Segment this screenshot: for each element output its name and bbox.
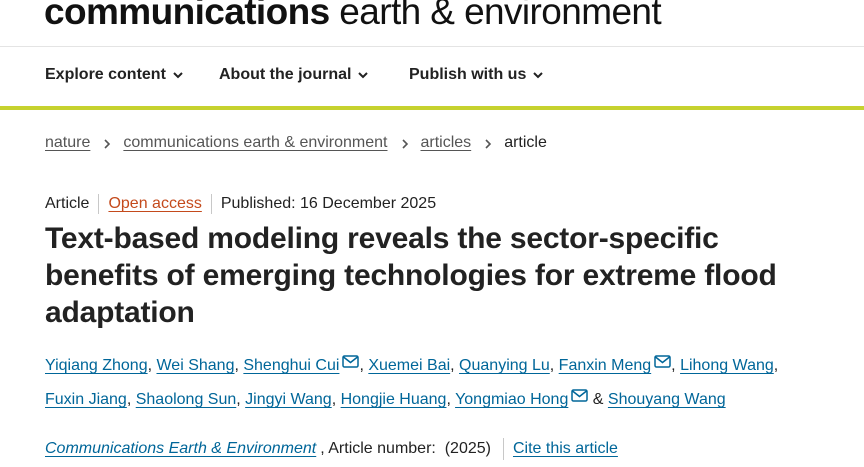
- accent-bar: [0, 106, 864, 110]
- author-list-line-2: Fuxin Jiang, Shaolong Sun, Jingyi Wang, …: [45, 389, 726, 408]
- nav-explore-content[interactable]: Explore content: [45, 66, 184, 84]
- published-date: Published: 16 December 2025: [220, 195, 437, 212]
- citation-line: Communications Earth & Environment , Art…: [45, 438, 618, 460]
- article-type: Article: [45, 195, 90, 212]
- main-nav: Explore content About the journal Publis…: [0, 47, 864, 106]
- citation-divider: [502, 438, 504, 460]
- chevron-down-icon: [532, 69, 544, 81]
- breadcrumb-journal[interactable]: communications earth & environment: [123, 134, 387, 152]
- nav-about-the-journal[interactable]: About the journal: [219, 66, 369, 84]
- chevron-right-icon: [483, 137, 493, 149]
- cite-this-article-link[interactable]: Cite this article: [513, 440, 618, 458]
- authors-connector: &: [592, 391, 604, 408]
- author-link[interactable]: Yongmiao Hong: [455, 391, 568, 408]
- article-title-line: adaptation: [45, 296, 195, 329]
- nav-about-the-journal-label: About the journal: [219, 66, 352, 83]
- mail-icon[interactable]: [571, 389, 589, 402]
- author-link[interactable]: Jingyi Wang: [245, 391, 332, 408]
- mail-icon[interactable]: [654, 355, 671, 368]
- author-link[interactable]: Yiqiang Zhong: [45, 357, 148, 374]
- chevron-down-icon: [357, 69, 369, 81]
- author-link[interactable]: Xuemei Bai: [368, 357, 450, 374]
- article-meta: Article Open access Published: 16 Decemb…: [45, 194, 436, 214]
- breadcrumb-articles[interactable]: articles: [421, 134, 472, 152]
- author-link[interactable]: Hongjie Huang: [341, 391, 447, 408]
- article-title-line: Text-based modeling reveals the sector-s…: [45, 222, 719, 255]
- open-access-link[interactable]: Open access: [108, 195, 201, 213]
- meta-divider: [210, 194, 212, 214]
- nav-explore-content-label: Explore content: [45, 66, 166, 83]
- article-title: Text-based modeling reveals the sector-s…: [45, 220, 835, 331]
- author-list-line-1: Yiqiang Zhong, Wei Shang, Shenghui Cui, …: [45, 355, 779, 374]
- masthead: communications earth & environment: [0, 0, 864, 47]
- logo-light-text: earth & environment: [339, 0, 662, 32]
- author-link[interactable]: Lihong Wang: [680, 357, 774, 374]
- breadcrumb: nature communications earth & environmen…: [45, 134, 547, 152]
- chevron-right-icon: [400, 137, 410, 149]
- chevron-right-icon: [102, 137, 112, 149]
- nav-publish-with-us[interactable]: Publish with us: [409, 66, 544, 84]
- breadcrumb-nature[interactable]: nature: [45, 134, 90, 152]
- author-link[interactable]: Fanxin Meng: [559, 357, 652, 374]
- logo-bold-text: communications: [44, 0, 330, 32]
- meta-divider: [98, 194, 100, 214]
- mail-icon[interactable]: [342, 355, 360, 368]
- author-link[interactable]: Shouyang Wang: [608, 391, 726, 408]
- chevron-down-icon: [172, 69, 184, 81]
- article-number: , Article number: (2025): [320, 440, 491, 457]
- journal-link[interactable]: Communications Earth & Environment: [45, 440, 316, 458]
- author-link[interactable]: Shaolong Sun: [136, 391, 237, 408]
- article-title-line: benefits of emerging technologies for ex…: [45, 259, 777, 292]
- author-link[interactable]: Shenghui Cui: [243, 357, 339, 374]
- nav-publish-with-us-label: Publish with us: [409, 66, 527, 83]
- author-link[interactable]: Fuxin Jiang: [45, 391, 127, 408]
- journal-logo[interactable]: communications earth & environment: [44, 0, 662, 34]
- breadcrumb-current: article: [504, 134, 547, 151]
- author-link[interactable]: Quanying Lu: [459, 357, 550, 374]
- author-link[interactable]: Wei Shang: [156, 357, 234, 374]
